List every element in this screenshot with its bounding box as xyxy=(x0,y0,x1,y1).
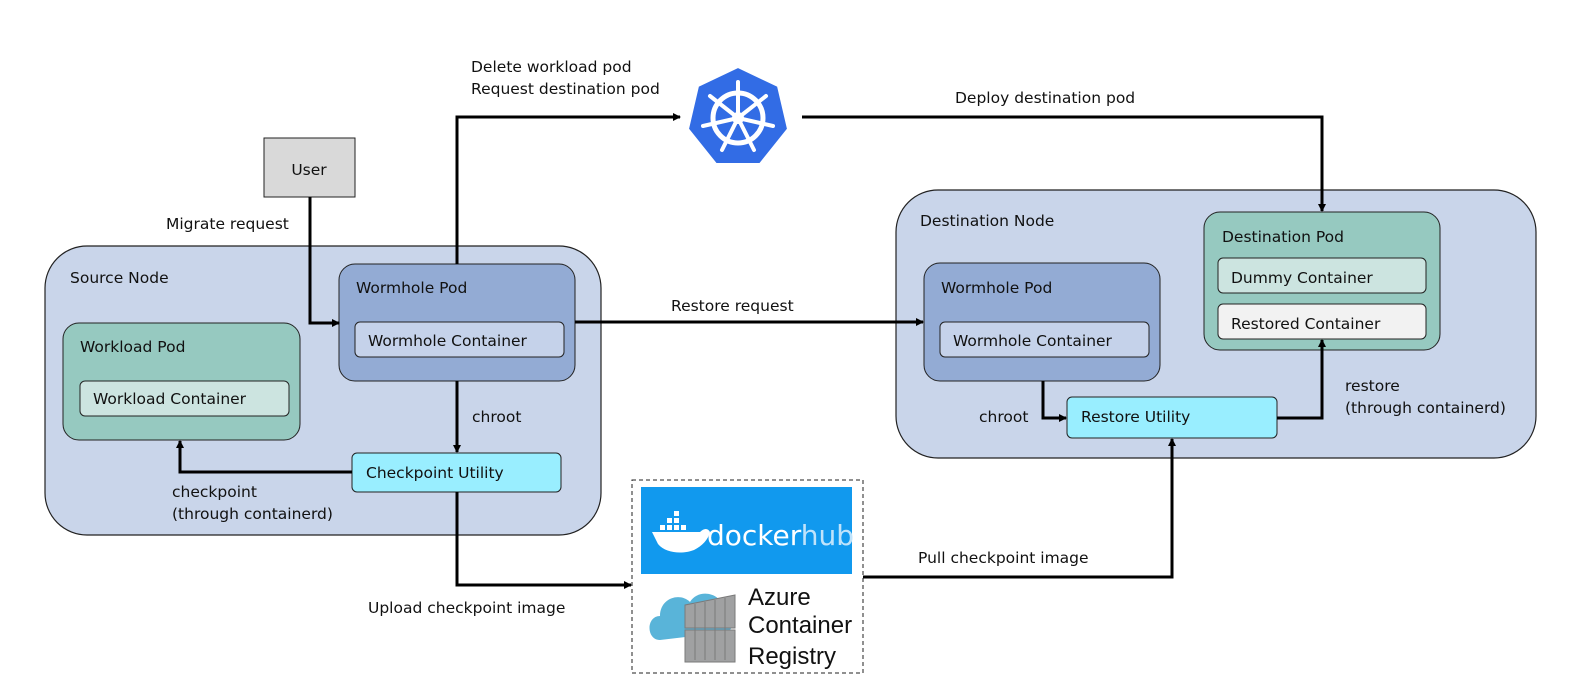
label-chroot-source: chroot xyxy=(472,408,521,426)
source-wormhole-pod-title: Wormhole Pod xyxy=(356,279,467,297)
checkpoint-utility-label: Checkpoint Utility xyxy=(366,464,504,482)
label-migrate-request: Migrate request xyxy=(166,215,289,233)
label-restore-via: (through containerd) xyxy=(1345,399,1506,417)
workload-pod-title: Workload Pod xyxy=(80,338,185,356)
docker-hub-text: dockerhub xyxy=(707,519,854,552)
azure-line2: Container xyxy=(748,612,852,639)
label-chroot-dest: chroot xyxy=(979,408,1028,426)
arrow-to-kubernetes xyxy=(455,113,681,264)
destination-pod-title: Destination Pod xyxy=(1222,228,1344,246)
label-restore: restore xyxy=(1345,377,1400,395)
workload-container-label: Workload Container xyxy=(93,390,247,408)
destination-node-title: Destination Node xyxy=(920,212,1054,230)
dest-wormhole-pod-title: Wormhole Pod xyxy=(941,279,1052,297)
label-checkpoint-via: (through containerd) xyxy=(172,505,333,523)
label-delete-workload-pod: Delete workload pod xyxy=(471,58,632,76)
source-node-title: Source Node xyxy=(70,269,169,287)
dest-wormhole-container-label: Wormhole Container xyxy=(953,332,1113,350)
user-label: User xyxy=(291,161,327,179)
azure-line1: Azure xyxy=(748,584,811,611)
migration-diagram: Source Node Workload Pod Workload Contai… xyxy=(44,58,1537,674)
source-wormhole-container-label: Wormhole Container xyxy=(368,332,528,350)
label-restore-request: Restore request xyxy=(671,297,794,315)
restore-utility-label: Restore Utility xyxy=(1081,408,1190,426)
label-deploy-destination-pod: Deploy destination pod xyxy=(955,89,1135,107)
dummy-container-label: Dummy Container xyxy=(1231,269,1373,287)
label-pull: Pull checkpoint image xyxy=(918,549,1089,567)
label-request-destination-pod: Request destination pod xyxy=(471,80,660,98)
label-checkpoint: checkpoint xyxy=(172,483,257,501)
azure-line3: Registry xyxy=(748,643,836,670)
restored-container-label: Restored Container xyxy=(1231,315,1381,333)
kubernetes-icon xyxy=(686,65,790,165)
label-upload: Upload checkpoint image xyxy=(368,599,565,617)
